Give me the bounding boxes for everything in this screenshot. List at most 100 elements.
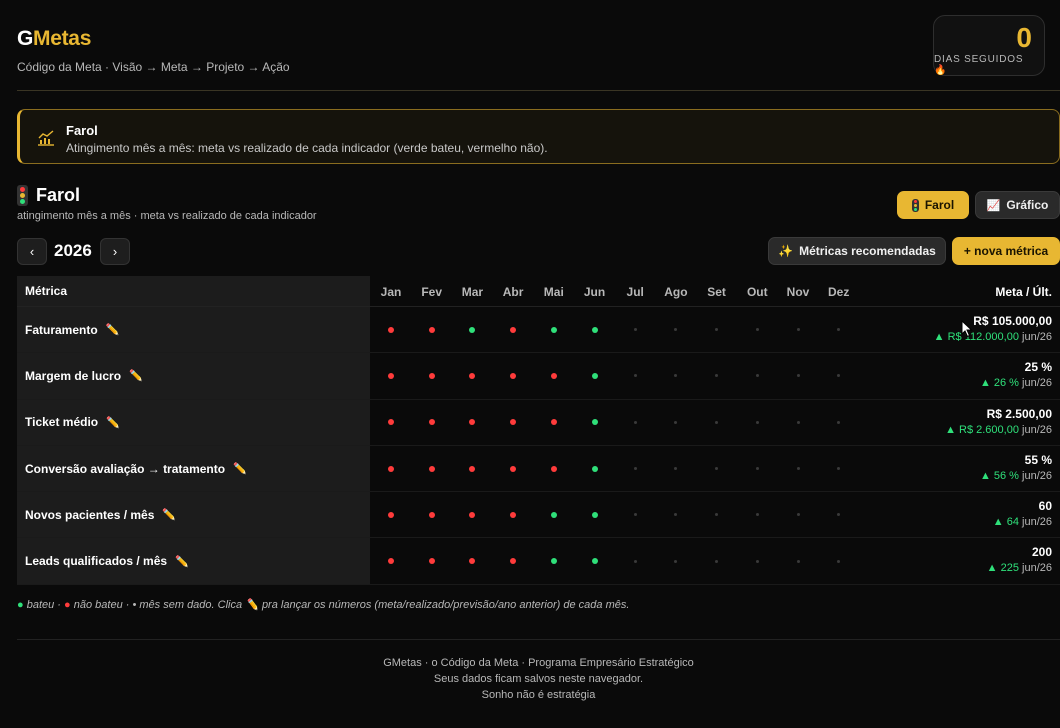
status-dot[interactable] bbox=[510, 419, 517, 426]
status-dot[interactable] bbox=[674, 328, 678, 332]
status-dot[interactable] bbox=[388, 465, 394, 472]
status-dot[interactable] bbox=[715, 420, 719, 424]
prev-year-button[interactable]: ‹ bbox=[17, 238, 47, 265]
footer-line-3: Sonho não é estratégia bbox=[481, 689, 596, 701]
farol-table: Métrica Jan Fev Mar Abr Mai Jun Jul Ago Set Out No… bbox=[17, 276, 1060, 585]
status-dot[interactable] bbox=[674, 420, 678, 424]
new-metric-button[interactable]: + nova métrica bbox=[952, 237, 1060, 265]
status-dot[interactable] bbox=[591, 419, 598, 426]
status-dot[interactable] bbox=[674, 374, 678, 378]
status-dot[interactable] bbox=[388, 372, 394, 379]
status-dot[interactable] bbox=[837, 374, 841, 378]
recommended-metrics-button[interactable]: ✨ Métricas recomendadas bbox=[768, 237, 946, 265]
status-dot[interactable] bbox=[633, 374, 637, 378]
status-dot[interactable] bbox=[550, 419, 557, 426]
status-dot[interactable] bbox=[510, 326, 517, 333]
status-dot[interactable] bbox=[550, 558, 557, 565]
miss-dot: ● bbox=[64, 599, 71, 611]
status-dot[interactable] bbox=[796, 328, 800, 332]
last-realized: ▲ 56 % bbox=[979, 469, 1019, 482]
status-dot[interactable] bbox=[796, 559, 800, 563]
status-dot[interactable] bbox=[550, 326, 557, 333]
status-dot[interactable] bbox=[591, 372, 598, 379]
status-dot[interactable] bbox=[633, 467, 637, 471]
status-dot[interactable] bbox=[428, 511, 435, 518]
traffic-light-icon bbox=[17, 185, 28, 206]
status-dot[interactable] bbox=[715, 559, 719, 563]
metric-column-header: Métrica bbox=[17, 276, 370, 306]
status-dot[interactable] bbox=[837, 559, 841, 563]
status-dot[interactable] bbox=[755, 559, 759, 563]
status-dot[interactable] bbox=[674, 559, 678, 563]
status-dot[interactable] bbox=[510, 372, 517, 379]
status-dot[interactable] bbox=[633, 513, 637, 517]
status-dot[interactable] bbox=[591, 465, 598, 472]
status-dot[interactable] bbox=[510, 558, 517, 565]
edit-pencil-icon[interactable]: ✏️ bbox=[175, 555, 189, 568]
table-header: Métrica Jan Fev Mar Abr Mai Jun Jul Ago Set Out No… bbox=[17, 276, 1060, 307]
status-dot[interactable] bbox=[550, 511, 557, 518]
edit-pencil-icon[interactable]: ✏️ bbox=[162, 508, 176, 521]
status-dot[interactable] bbox=[469, 511, 476, 518]
status-dot[interactable] bbox=[837, 420, 841, 424]
app-logo[interactable]: GMetas bbox=[17, 27, 91, 51]
edit-pencil-icon[interactable]: ✏️ bbox=[129, 369, 143, 382]
status-dot[interactable] bbox=[796, 467, 800, 471]
status-dot[interactable] bbox=[796, 513, 800, 517]
status-dot[interactable] bbox=[633, 328, 637, 332]
status-dot[interactable] bbox=[796, 374, 800, 378]
farol-view-button[interactable]: Farol bbox=[897, 191, 969, 219]
meta-cell: 55 % ▲ 56 % jun/26 bbox=[980, 453, 1052, 482]
status-dot[interactable] bbox=[428, 558, 435, 565]
status-dot[interactable] bbox=[469, 372, 476, 379]
banner-text: Atingimento mês a mês: meta vs realizado… bbox=[66, 141, 548, 155]
status-dot[interactable] bbox=[591, 511, 598, 518]
table-row: Ticket médio ✏️ R$ 2.500,00 ▲ R$ 2.600,00 j… bbox=[17, 399, 1060, 446]
next-year-button[interactable]: › bbox=[100, 238, 130, 265]
status-dot[interactable] bbox=[715, 467, 719, 471]
meta-cell: R$ 105.000,00 ▲ R$ 112.000,00 jun/26 bbox=[934, 314, 1052, 343]
table-row: Novos pacientes / mês ✏️ 60 ▲ 64 jun/26 bbox=[17, 492, 1060, 539]
status-dot[interactable] bbox=[674, 513, 678, 517]
status-dot[interactable] bbox=[510, 511, 517, 518]
status-dot[interactable] bbox=[591, 558, 598, 565]
status-dot[interactable] bbox=[388, 558, 394, 565]
status-dot[interactable] bbox=[755, 513, 759, 517]
status-dot[interactable] bbox=[837, 328, 841, 332]
status-dot[interactable] bbox=[755, 467, 759, 471]
status-dot[interactable] bbox=[633, 420, 637, 424]
status-dot[interactable] bbox=[469, 465, 476, 472]
traffic-light-icon bbox=[911, 198, 919, 212]
status-dot[interactable] bbox=[755, 328, 759, 332]
status-dot[interactable] bbox=[837, 513, 841, 517]
status-dot[interactable] bbox=[388, 511, 394, 518]
status-dot[interactable] bbox=[428, 465, 435, 472]
status-dot[interactable] bbox=[755, 420, 759, 424]
status-dot[interactable] bbox=[715, 374, 719, 378]
status-dot[interactable] bbox=[469, 419, 476, 426]
edit-pencil-icon[interactable]: ✏️ bbox=[106, 416, 120, 429]
status-dot[interactable] bbox=[469, 326, 476, 333]
status-dot[interactable] bbox=[388, 419, 394, 426]
status-dot[interactable] bbox=[755, 374, 759, 378]
status-dot[interactable] bbox=[550, 465, 557, 472]
edit-pencil-icon[interactable]: ✏️ bbox=[233, 462, 247, 475]
status-dot[interactable] bbox=[837, 467, 841, 471]
status-dot[interactable] bbox=[428, 372, 435, 379]
status-dot[interactable] bbox=[715, 513, 719, 517]
status-dot[interactable] bbox=[428, 419, 435, 426]
status-dot[interactable] bbox=[388, 326, 394, 333]
status-dot[interactable] bbox=[715, 328, 719, 332]
grafico-view-button[interactable]: 📈 Gráfico bbox=[975, 191, 1060, 219]
status-dot[interactable] bbox=[591, 326, 598, 333]
month-header: Mai bbox=[543, 284, 564, 299]
status-dot[interactable] bbox=[510, 465, 517, 472]
status-dot[interactable] bbox=[674, 467, 678, 471]
last-month: jun/26 bbox=[1022, 331, 1052, 343]
status-dot[interactable] bbox=[428, 326, 435, 333]
edit-pencil-icon[interactable]: ✏️ bbox=[106, 323, 120, 336]
status-dot[interactable] bbox=[633, 559, 637, 563]
status-dot[interactable] bbox=[796, 420, 800, 424]
status-dot[interactable] bbox=[469, 558, 476, 565]
status-dot[interactable] bbox=[550, 372, 557, 379]
